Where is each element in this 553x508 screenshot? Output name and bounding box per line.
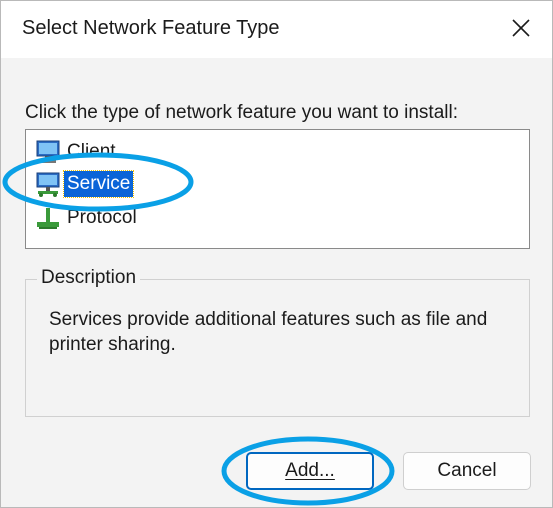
feature-type-list[interactable]: Client Service Protocol — [25, 129, 530, 249]
description-legend: Description — [37, 267, 141, 289]
close-icon — [512, 19, 530, 37]
list-item-label: Protocol — [67, 207, 137, 228]
add-button-label: Add... — [285, 460, 335, 481]
close-button[interactable] — [492, 1, 552, 55]
window-title: Select Network Feature Type — [22, 17, 280, 39]
list-item-protocol[interactable]: Protocol — [34, 204, 140, 232]
title-bar: Select Network Feature Type — [1, 1, 552, 58]
cancel-button[interactable]: Cancel — [403, 452, 531, 490]
list-item-service[interactable]: Service — [34, 170, 135, 198]
add-button[interactable]: Add... — [246, 452, 374, 490]
install-prompt-label: Click the type of network feature you wa… — [25, 102, 458, 123]
protocol-icon — [34, 204, 64, 232]
client-computer-icon — [34, 138, 64, 166]
cancel-button-label: Cancel — [437, 460, 497, 481]
list-item-client[interactable]: Client — [34, 138, 119, 166]
description-text: Services provide additional features suc… — [49, 309, 488, 355]
list-item-label: Client — [67, 141, 116, 162]
select-network-feature-dialog: Select Network Feature Type Click the ty… — [0, 0, 553, 508]
list-item-label: Service — [62, 170, 135, 198]
service-icon — [34, 170, 64, 198]
